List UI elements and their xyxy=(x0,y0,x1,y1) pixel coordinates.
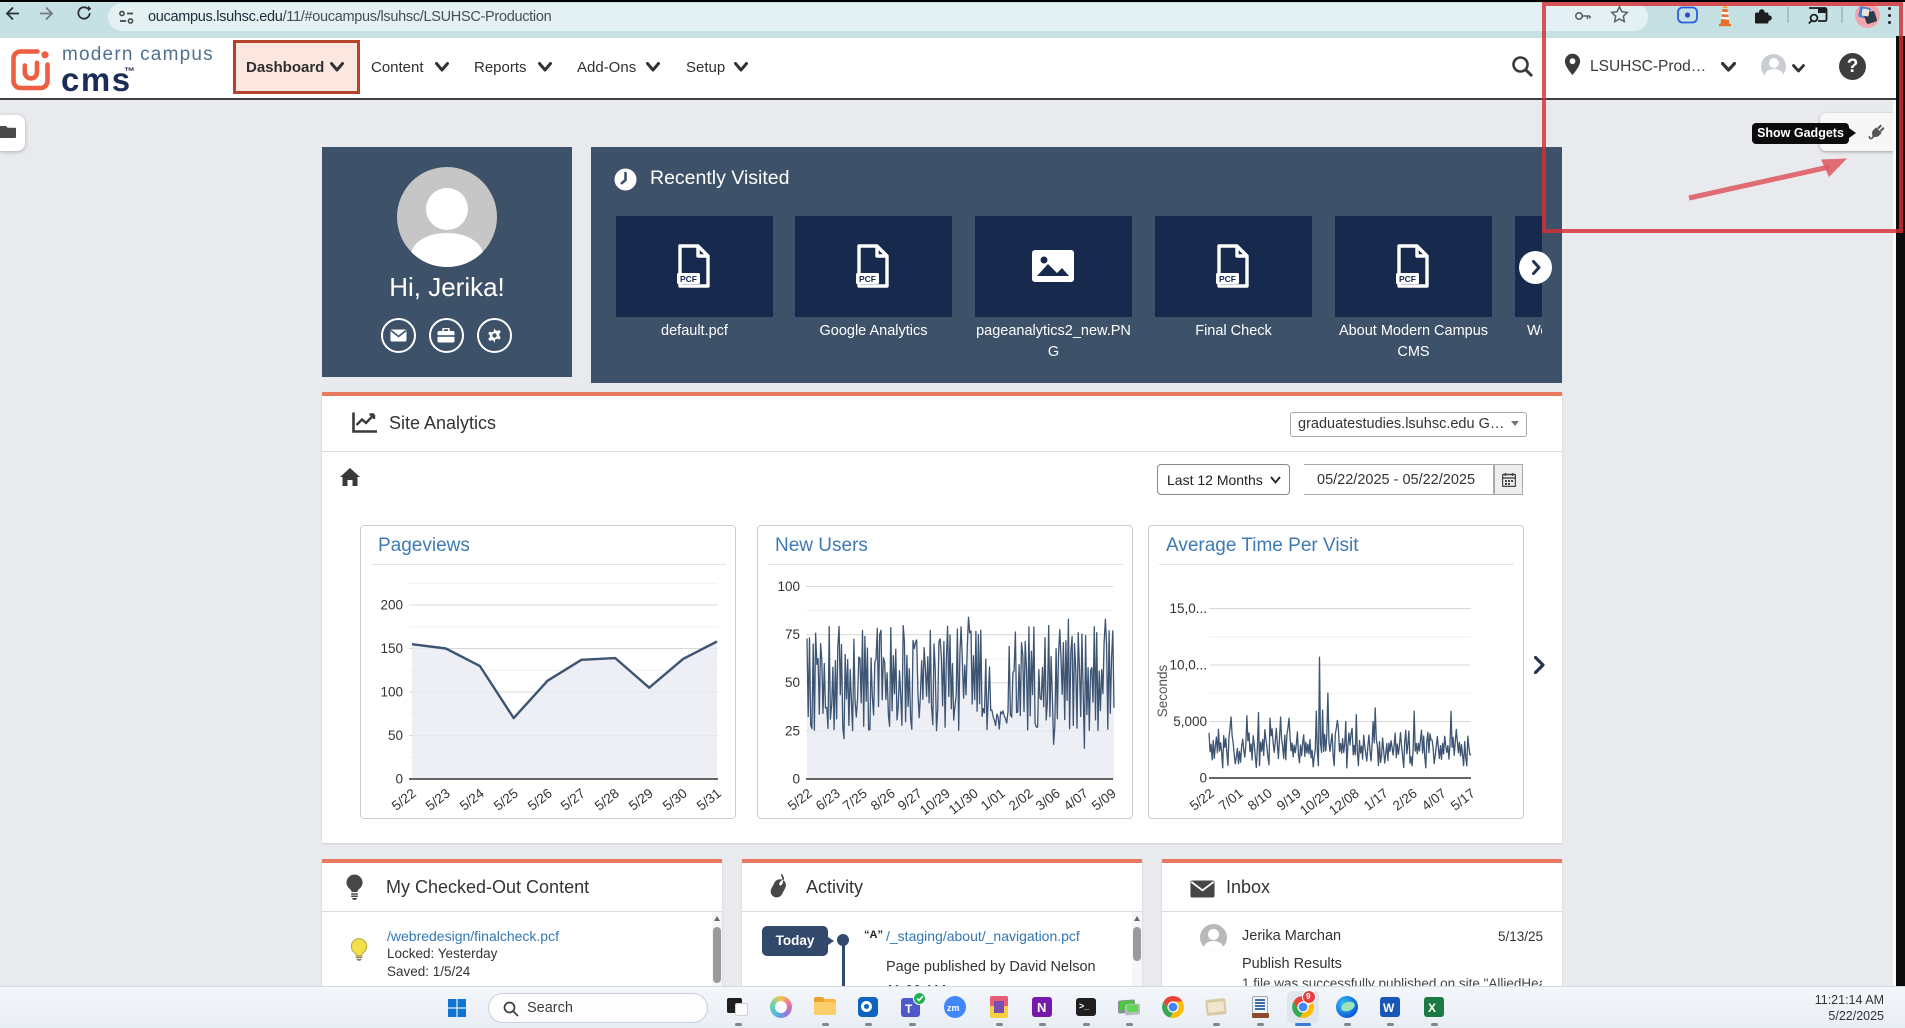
svg-text:PCF: PCF xyxy=(680,274,697,284)
svg-text:2/26: 2/26 xyxy=(1390,786,1420,814)
svg-text:PCF: PCF xyxy=(1399,274,1416,284)
svg-text:5/27: 5/27 xyxy=(558,786,588,814)
svg-text:8/26: 8/26 xyxy=(868,786,898,814)
svg-text:15,0...: 15,0... xyxy=(1169,601,1207,616)
svg-text:0: 0 xyxy=(792,772,800,787)
svg-text:6/23: 6/23 xyxy=(813,786,843,814)
svg-text:5/22: 5/22 xyxy=(389,786,419,814)
svg-text:100: 100 xyxy=(380,685,403,700)
svg-text:50: 50 xyxy=(388,728,403,743)
svg-text:100: 100 xyxy=(777,579,800,594)
svg-text:5/17: 5/17 xyxy=(1448,786,1478,814)
svg-text:4/07: 4/07 xyxy=(1061,786,1091,814)
svg-text:50: 50 xyxy=(785,675,800,690)
svg-text:0: 0 xyxy=(395,772,403,787)
svg-text:7/25: 7/25 xyxy=(840,786,870,814)
svg-text:5,000: 5,000 xyxy=(1173,714,1207,729)
svg-text:5/24: 5/24 xyxy=(457,785,487,813)
svg-text:10/29: 10/29 xyxy=(917,786,953,818)
svg-text:11/30: 11/30 xyxy=(946,786,981,818)
svg-text:0: 0 xyxy=(1199,771,1207,786)
svg-text:7/01: 7/01 xyxy=(1216,786,1246,814)
svg-text:75: 75 xyxy=(785,627,800,642)
svg-text:1/01: 1/01 xyxy=(978,786,1008,814)
svg-text:4/07: 4/07 xyxy=(1419,786,1449,814)
svg-text:1/17: 1/17 xyxy=(1361,786,1391,814)
svg-text:3/06: 3/06 xyxy=(1033,786,1063,814)
svg-text:5/28: 5/28 xyxy=(592,786,622,814)
svg-text:5/26: 5/26 xyxy=(525,786,555,814)
svg-text:2/02: 2/02 xyxy=(1006,786,1036,814)
svg-text:5/22: 5/22 xyxy=(1187,786,1217,814)
svg-text:12/08: 12/08 xyxy=(1326,786,1362,818)
svg-text:5/09: 5/09 xyxy=(1089,786,1119,814)
svg-text:10,0...: 10,0... xyxy=(1169,658,1207,673)
svg-text:200: 200 xyxy=(380,598,403,613)
svg-text:25: 25 xyxy=(785,723,800,738)
svg-text:150: 150 xyxy=(380,641,403,656)
svg-text:10/29: 10/29 xyxy=(1297,786,1333,818)
svg-text:Seconds: Seconds xyxy=(1155,664,1170,717)
svg-text:PCF: PCF xyxy=(1219,274,1236,284)
svg-text:5/25: 5/25 xyxy=(491,786,521,814)
svg-text:5/22: 5/22 xyxy=(785,786,815,814)
svg-text:PCF: PCF xyxy=(859,274,876,284)
svg-text:8/10: 8/10 xyxy=(1245,786,1275,814)
svg-text:5/31: 5/31 xyxy=(694,786,724,814)
svg-text:5/30: 5/30 xyxy=(660,786,690,814)
svg-text:5/29: 5/29 xyxy=(626,786,656,814)
svg-text:5/23: 5/23 xyxy=(423,786,453,814)
